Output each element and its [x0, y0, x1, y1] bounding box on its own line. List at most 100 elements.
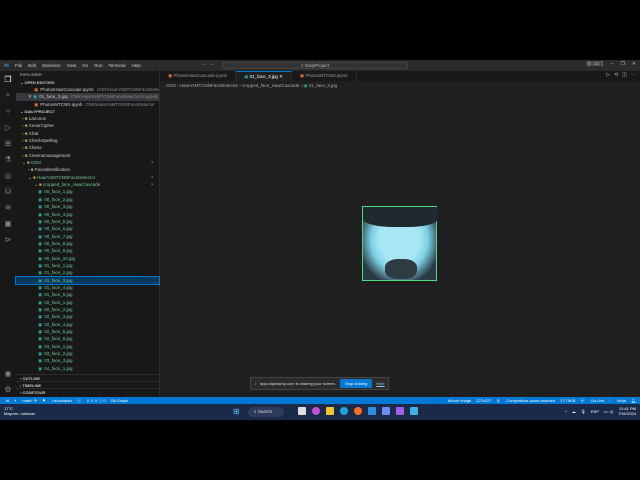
clock[interactable]: 12:41 PM 7/31/2024: [618, 406, 636, 416]
remote-icon[interactable]: ◎: [0, 167, 16, 183]
file-item[interactable]: ▣ 01_face_4.jpg: [16, 284, 159, 291]
file-item[interactable]: ▣ 03_face_2.jpg: [16, 350, 159, 357]
nav-arrows-icon[interactable]: ← →: [202, 61, 216, 67]
open-editors-header[interactable]: ⌄ OPEN EDITORS: [16, 79, 159, 86]
open-editor-item[interactable]: ✕ ▣ 01_face_3.jpg CNN\HaarVsMTCNNFaceDetec…: [16, 93, 159, 101]
crumb-file[interactable]: 01_face_3.jpg: [309, 83, 337, 88]
show-hidden-icon[interactable]: ^: [565, 409, 567, 414]
drag-handle-icon[interactable]: ⁞: [255, 381, 256, 386]
language-indicator[interactable]: ESP: [591, 409, 599, 414]
stop-sharing-button[interactable]: Stop sharing: [339, 379, 373, 388]
notifications-icon[interactable]: 🔔︎: [631, 398, 636, 403]
layout-icon[interactable]: ▥▯▤◫: [587, 61, 604, 67]
folder-item[interactable]: › ■ CesarCipher: [16, 122, 159, 129]
outline-section[interactable]: › OUTLINE: [16, 374, 160, 381]
menu-file[interactable]: File: [15, 63, 22, 68]
file-item[interactable]: ▣ 04_face_1.jpg: [16, 365, 159, 372]
folder-item[interactable]: › ■ Cinemamanagement: [16, 152, 159, 159]
photos-icon[interactable]: [410, 407, 418, 415]
testing-icon[interactable]: ⚗: [0, 151, 16, 167]
timeline-section[interactable]: › TIMELINE: [16, 381, 160, 388]
close-tab-icon[interactable]: ✕: [279, 74, 283, 79]
database-icon[interactable]: ⛁: [0, 183, 16, 199]
folder-item[interactable]: › ■ CheckSpelling: [16, 137, 159, 144]
settings-gear-icon[interactable]: ⚙: [0, 381, 16, 397]
file-item[interactable]: ▣ 02_face_3.jpg: [16, 313, 159, 320]
clipchamp-icon[interactable]: [396, 407, 404, 415]
file-item[interactable]: ▣ 00_face_3.jpg: [16, 203, 159, 210]
file-item[interactable]: ▣ 02_face_4.jpg: [16, 321, 159, 328]
firefox-icon[interactable]: [354, 407, 362, 415]
command-center-search[interactable]: ⌕ DailyProject: [222, 62, 408, 69]
folder-item[interactable]: › ■ Lanonos: [16, 115, 159, 122]
source-control-icon[interactable]: ⑂: [0, 103, 16, 119]
file-item[interactable]: ▣ 00_face_10.jpg: [16, 255, 159, 262]
file-item[interactable]: ▣ 02_face_5.jpg: [16, 328, 159, 335]
folder-item[interactable]: ⌄ ■ HaarVsMTCNNFaceDetector ●: [16, 174, 159, 181]
weather-widget[interactable]: 17°C Mayorm. nublado: [4, 406, 35, 416]
file-item[interactable]: ▣ 00_face_1.jpg: [16, 188, 159, 195]
crumb-haar[interactable]: HaarVsMTCNNFaceDetector: [180, 83, 238, 88]
file-item[interactable]: ▣ 00_face_4.jpg: [16, 211, 159, 218]
copilot-item[interactable]: ◎ Completions quota reached: [497, 398, 556, 403]
ninja-item[interactable]: ⁝ Ninja: [609, 398, 626, 403]
split-editor-icon[interactable]: ◫: [622, 72, 627, 78]
file-item[interactable]: ▣ 01_face_1.jpg: [16, 262, 159, 269]
menu-help[interactable]: Help: [132, 63, 141, 68]
search-icon[interactable]: ⌕: [0, 87, 16, 103]
app-icon[interactable]: [382, 407, 390, 415]
file-item[interactable]: ▣ 00_face_7.jpg: [16, 233, 159, 240]
start-button-icon[interactable]: ⊞: [233, 408, 241, 416]
file-item[interactable]: ▣ 00_face_2.jpg: [16, 196, 159, 203]
git-graph-item[interactable]: Git Graph: [111, 398, 128, 403]
run-debug-icon[interactable]: ▷: [0, 119, 16, 135]
run-icon[interactable]: ▷: [606, 72, 610, 78]
file-item[interactable]: ▣ 02_face_1.jpg: [16, 299, 159, 306]
vscode-taskbar-icon[interactable]: [368, 407, 376, 415]
folder-item[interactable]: › ■ Chat: [16, 130, 159, 137]
file-item[interactable]: ▣ 01_face_5.jpg: [16, 291, 159, 298]
file-item[interactable]: ▣ 03_face_3.jpg: [16, 357, 159, 364]
file-item[interactable]: ▣ 02_face_6.jpg: [16, 335, 159, 342]
folder-item[interactable]: ⌄ ■ cropped_face_HaarCascade ●: [16, 181, 159, 188]
menu-terminal[interactable]: Terminal: [109, 63, 126, 68]
open-editor-item[interactable]: ▣ PhotosHaarCascade.ipynb CNN\HaarVsMTCNNF…: [16, 86, 159, 93]
launchpad-item[interactable]: ⚑ Launchpad: [42, 398, 72, 403]
crumb-cropped[interactable]: cropped_face_HaarCascade: [242, 83, 299, 88]
image-zoom-item[interactable]: Whole Image: [448, 398, 472, 403]
notebook-icon[interactable]: ▣: [0, 215, 16, 231]
compare-icon[interactable]: ⟲: [614, 72, 618, 78]
file-item[interactable]: ▣ 00_face_9.jpg: [16, 247, 159, 254]
account-icon[interactable]: ◉: [0, 365, 16, 381]
taskbar-search[interactable]: ⌕ Search: [248, 407, 284, 417]
file-item[interactable]: ▣ 00_face_6.jpg: [16, 225, 159, 232]
extensions-icon[interactable]: ⊞: [0, 135, 16, 151]
file-item[interactable]: ▣ 03_face_1.jpg: [16, 343, 159, 350]
go-live-item[interactable]: ⦿ Go Live: [580, 398, 604, 404]
folder-item[interactable]: › ■ FaceIdentification: [16, 166, 159, 173]
explorer-icon[interactable]: ❐: [0, 71, 16, 87]
problems-item[interactable]: ⓧ 0 ⚠ 0 ⓘ 0: [77, 398, 106, 404]
minimize-button[interactable]: –: [611, 61, 614, 67]
remote-icon[interactable]: ⋊: [5, 398, 9, 403]
file-explorer-icon[interactable]: [326, 407, 334, 415]
menu-run[interactable]: Run: [94, 63, 102, 68]
task-view-icon[interactable]: [298, 407, 306, 415]
copilot-icon[interactable]: [312, 407, 320, 415]
layers-icon[interactable]: ≋: [0, 199, 16, 215]
open-editor-item[interactable]: ▣ PhotosMTCNN.ipynb CNN\HaarVsMTCNNFaceDet…: [16, 101, 159, 108]
menu-edit[interactable]: Edit: [28, 63, 36, 68]
file-item[interactable]: ▣ 00_face_8.jpg: [16, 240, 159, 247]
hide-button[interactable]: Hide: [376, 381, 384, 386]
codetour-section[interactable]: › CODETOUR: [16, 388, 160, 395]
tab-01-face-3[interactable]: ▣ 01_face_3.jpg ✕: [236, 71, 292, 81]
file-item[interactable]: ▣ 01_face_2.jpg: [16, 269, 159, 276]
more-icon[interactable]: ⋯: [631, 72, 636, 78]
menu-selection[interactable]: Selection: [42, 63, 61, 68]
menu-view[interactable]: View: [67, 63, 77, 68]
file-item[interactable]: ▣ 01_face_3.jpg: [15, 275, 160, 285]
menu-go[interactable]: Go: [82, 63, 88, 68]
file-item[interactable]: ▣ 00_face_5.jpg: [16, 218, 159, 225]
branch-item[interactable]: ⑂ main* ⟳: [14, 398, 37, 403]
onedrive-icon[interactable]: ☁: [572, 409, 576, 414]
